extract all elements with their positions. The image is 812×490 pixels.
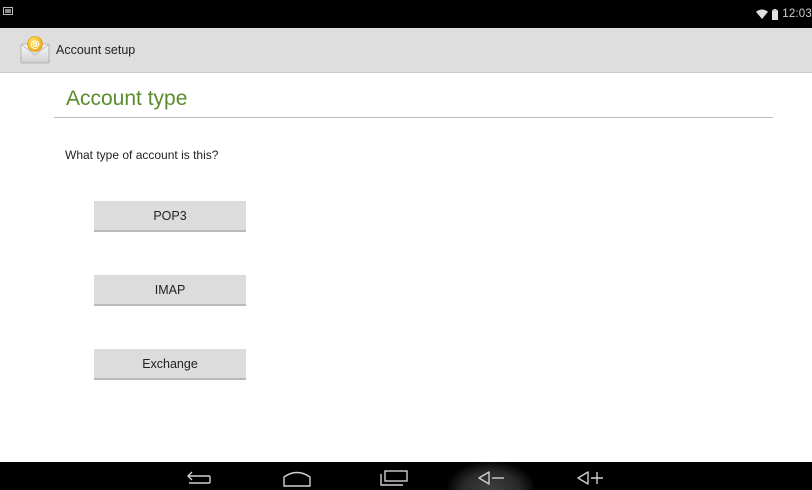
page-title: Account type xyxy=(66,87,188,110)
screenshot-notification-icon xyxy=(3,7,13,15)
action-bar-title: Account setup xyxy=(56,43,136,57)
volume-up-icon[interactable] xyxy=(576,470,606,486)
wifi-icon xyxy=(756,9,769,19)
svg-text:@: @ xyxy=(30,40,40,51)
pop3-button[interactable]: POP3 xyxy=(94,201,246,232)
navigation-bar xyxy=(0,462,812,490)
action-bar: @ Account setup xyxy=(0,28,812,73)
title-divider xyxy=(54,117,773,118)
volume-down-icon[interactable] xyxy=(477,470,507,486)
home-icon[interactable] xyxy=(282,471,312,487)
account-type-screen: Account type What type of account is thi… xyxy=(0,73,812,462)
status-bar: 12:03 xyxy=(0,0,812,28)
imap-button[interactable]: IMAP xyxy=(94,275,246,306)
status-time: 12:03 xyxy=(782,8,812,20)
account-type-question: What type of account is this? xyxy=(65,148,219,162)
back-icon[interactable] xyxy=(186,470,212,484)
email-app-icon[interactable]: @ xyxy=(20,35,50,65)
exchange-button[interactable]: Exchange xyxy=(94,349,246,380)
status-indicators: 12:03 xyxy=(756,0,812,28)
recent-apps-icon[interactable] xyxy=(380,470,408,486)
battery-icon xyxy=(772,8,779,20)
